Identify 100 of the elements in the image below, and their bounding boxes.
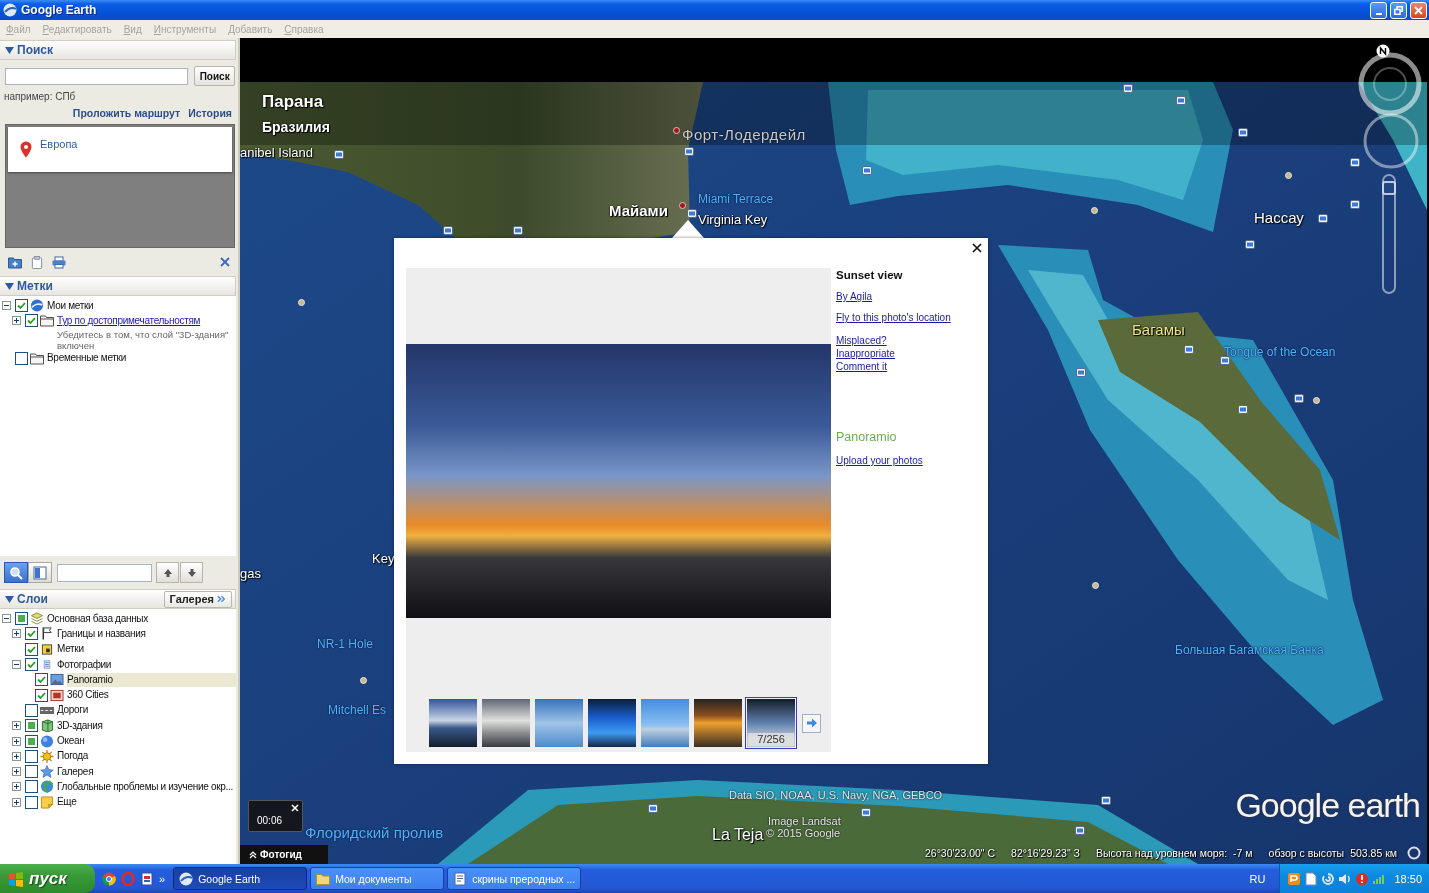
collapse-triangle-icon[interactable] bbox=[5, 45, 14, 55]
checkbox[interactable] bbox=[35, 673, 48, 687]
section-toggle[interactable]: Поиск bbox=[0, 43, 53, 57]
tree-label[interactable]: Основная база данных bbox=[47, 611, 150, 626]
tree-label[interactable]: Глобальные проблемы и изучение окр... bbox=[57, 779, 235, 794]
tree-label[interactable]: Дороги bbox=[57, 703, 90, 718]
photo-marker-icon[interactable] bbox=[861, 808, 871, 817]
quick-launch-more[interactable]: » bbox=[159, 872, 166, 885]
start-button[interactable]: пуск bbox=[0, 864, 95, 893]
tree-label[interactable]: Океан bbox=[57, 734, 87, 748]
upload-link[interactable]: Upload your photos bbox=[836, 454, 923, 467]
checkbox[interactable] bbox=[25, 749, 38, 763]
photo-thumbnail[interactable] bbox=[639, 697, 691, 749]
compass-icon[interactable] bbox=[1358, 44, 1422, 116]
next-button[interactable] bbox=[802, 713, 821, 733]
search-mode-button[interactable] bbox=[4, 562, 28, 583]
photo-marker-icon[interactable] bbox=[684, 147, 694, 156]
speaker-icon[interactable] bbox=[1338, 871, 1353, 886]
photo-thumbnail[interactable] bbox=[586, 697, 638, 749]
expand-icon[interactable] bbox=[12, 751, 21, 761]
tree-link[interactable]: Тур по достопримечательностям bbox=[57, 313, 203, 328]
tree-label[interactable]: Галерея bbox=[57, 764, 96, 779]
photo-thumbnail[interactable] bbox=[480, 697, 532, 749]
photo-guide-button[interactable]: Фотогид bbox=[240, 845, 328, 864]
photo-thumbnail[interactable] bbox=[692, 697, 744, 749]
checkbox[interactable] bbox=[15, 612, 28, 626]
photo-thumbnail[interactable]: 7/256 bbox=[745, 697, 797, 749]
zoom-slider-thumb[interactable] bbox=[1382, 181, 1396, 195]
checkbox[interactable] bbox=[15, 299, 28, 313]
minimize-button[interactable] bbox=[1370, 1, 1387, 19]
photo-marker-icon[interactable] bbox=[648, 804, 658, 813]
expand-icon[interactable] bbox=[12, 316, 21, 326]
close-button[interactable] bbox=[1410, 1, 1427, 19]
checkbox[interactable] bbox=[25, 314, 38, 328]
checkbox[interactable] bbox=[35, 688, 48, 702]
tree-label[interactable]: Погода bbox=[57, 749, 91, 764]
photo-marker-icon[interactable] bbox=[443, 226, 453, 235]
place-dot-icon[interactable] bbox=[298, 299, 305, 306]
place-dot-icon[interactable] bbox=[1092, 582, 1099, 589]
expand-icon[interactable] bbox=[12, 767, 21, 777]
move-down-button[interactable] bbox=[180, 562, 203, 583]
history-link[interactable]: История bbox=[188, 106, 232, 120]
zoom-slider[interactable] bbox=[1382, 174, 1396, 294]
search-field[interactable] bbox=[5, 67, 189, 85]
photo-marker-icon[interactable] bbox=[1294, 394, 1304, 403]
place-dot-icon[interactable] bbox=[1091, 207, 1098, 214]
photo-marker-icon[interactable] bbox=[687, 209, 697, 218]
checkbox[interactable] bbox=[25, 765, 38, 779]
directions-link[interactable]: Проложить маршрут bbox=[72, 106, 181, 120]
app-icon[interactable] bbox=[140, 871, 154, 886]
document-icon[interactable] bbox=[1304, 871, 1319, 886]
photo-thumbnail[interactable] bbox=[533, 697, 585, 749]
expand-icon[interactable] bbox=[12, 797, 21, 807]
search-button[interactable]: Поиск bbox=[194, 66, 235, 86]
comment-link[interactable]: Comment it bbox=[836, 360, 888, 373]
misplaced-link[interactable]: Misplaced? bbox=[836, 334, 887, 347]
photo-marker-icon[interactable] bbox=[1238, 128, 1248, 137]
section-toggle[interactable]: Метки bbox=[0, 279, 53, 293]
tree-label[interactable]: Метки bbox=[57, 642, 86, 657]
photo-marker-icon[interactable] bbox=[1350, 158, 1360, 167]
checkbox[interactable] bbox=[25, 642, 38, 656]
tree-label[interactable]: Мои метки bbox=[47, 298, 96, 313]
photo-marker-icon[interactable] bbox=[1245, 240, 1255, 249]
browser-icon[interactable] bbox=[102, 871, 116, 886]
clipboard-icon[interactable] bbox=[30, 255, 44, 269]
photo-marker-icon[interactable] bbox=[862, 166, 872, 175]
place-dot-icon[interactable] bbox=[1285, 172, 1292, 179]
place-dot-icon[interactable] bbox=[360, 677, 367, 684]
photo-marker-icon[interactable] bbox=[1318, 214, 1328, 223]
tree-label[interactable]: 360 Cities bbox=[67, 688, 111, 703]
checkbox[interactable] bbox=[25, 658, 38, 672]
tree-label[interactable]: Фотографии bbox=[57, 657, 114, 672]
alert-icon[interactable] bbox=[1355, 871, 1370, 886]
checkbox[interactable] bbox=[15, 351, 28, 365]
taskbar-button[interactable]: скрины преродных ... bbox=[447, 867, 582, 890]
expand-icon[interactable] bbox=[12, 721, 21, 731]
photo-marker-icon[interactable] bbox=[1075, 826, 1085, 835]
fly-to-link[interactable]: Fly to this photo's location bbox=[836, 311, 951, 324]
swirl-icon[interactable] bbox=[1321, 871, 1336, 886]
close-icon[interactable] bbox=[972, 243, 982, 253]
city-dot-icon[interactable] bbox=[673, 127, 680, 134]
photo-marker-icon[interactable] bbox=[1184, 345, 1194, 354]
photo-marker-icon[interactable] bbox=[1350, 200, 1360, 209]
taskbar-button[interactable]: Мои документы bbox=[310, 867, 445, 890]
tree-label[interactable]: Panoramio bbox=[67, 672, 236, 687]
photo-marker-icon[interactable] bbox=[1238, 405, 1248, 414]
checkbox[interactable] bbox=[25, 795, 38, 809]
checkbox[interactable] bbox=[25, 734, 38, 748]
add-folder-icon[interactable] bbox=[8, 255, 22, 269]
checkbox[interactable] bbox=[25, 719, 38, 733]
expand-icon[interactable] bbox=[12, 629, 21, 639]
expand-icon[interactable] bbox=[12, 782, 21, 792]
collapse-icon[interactable] bbox=[2, 614, 11, 624]
photo-marker-icon[interactable] bbox=[334, 150, 344, 159]
tree-label[interactable]: Еще bbox=[57, 795, 79, 810]
restore-button[interactable] bbox=[1390, 1, 1407, 19]
collapse-icon[interactable] bbox=[2, 301, 11, 311]
print-icon[interactable] bbox=[52, 255, 66, 269]
checkbox[interactable] bbox=[25, 627, 38, 641]
photo-marker-icon[interactable] bbox=[1101, 796, 1111, 805]
